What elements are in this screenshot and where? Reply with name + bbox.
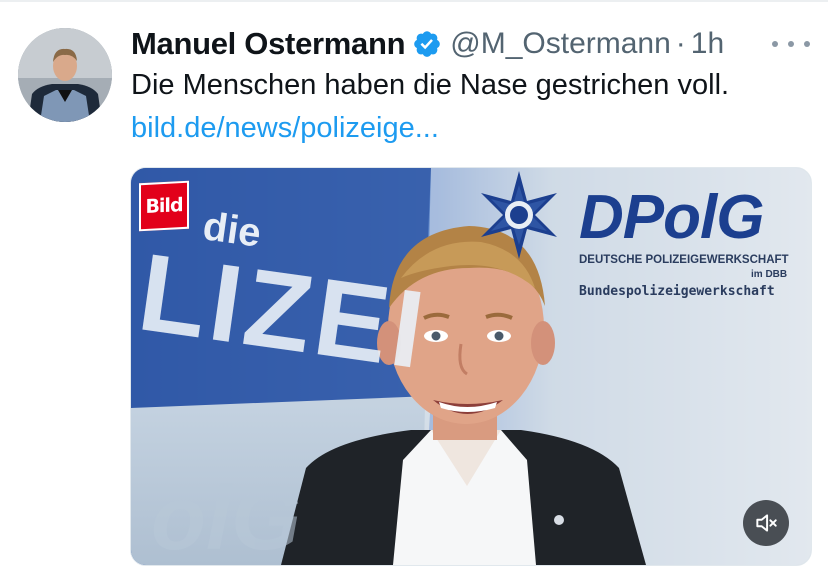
tweet-text: Die Menschen haben die Nase gestrichen v… (131, 69, 730, 101)
dpolg-tagline: Bundespolizeigewerkschaft (579, 284, 775, 299)
tweet-header: Manuel Ostermann @M_Ostermann · 1h (131, 24, 724, 64)
avatar[interactable] (18, 28, 112, 122)
author-handle[interactable]: @M_Ostermann (450, 27, 671, 61)
dpolg-subtitle: DEUTSCHE POLIZEIGEWERKSCHAFT (579, 254, 789, 266)
dpolg-dbb-label: im DBB (751, 269, 788, 280)
dpolg-logo: DPolG (579, 183, 764, 252)
author-name[interactable]: Manuel Ostermann (131, 26, 406, 62)
bild-logo: Bild (139, 180, 189, 232)
header-separator: · (675, 27, 686, 60)
more-options-icon[interactable] (772, 30, 810, 58)
volume-muted-icon (756, 514, 777, 532)
top-divider (0, 0, 828, 2)
video-player[interactable]: die LIZEI olG Bild DPolG DEUTSCHE POLIZE… (130, 167, 812, 566)
police-star-icon (481, 171, 557, 259)
background-text-dpolg: olG (151, 469, 301, 566)
avatar-photo (18, 28, 112, 122)
more-dot (804, 41, 810, 47)
tweet-timestamp[interactable]: 1h (691, 27, 724, 61)
verified-badge-icon (414, 31, 441, 57)
more-dot (788, 41, 794, 47)
mute-button[interactable] (743, 500, 789, 546)
tweet-link[interactable]: bild.de/news/polizeige... (131, 112, 439, 145)
more-dot (772, 41, 778, 47)
